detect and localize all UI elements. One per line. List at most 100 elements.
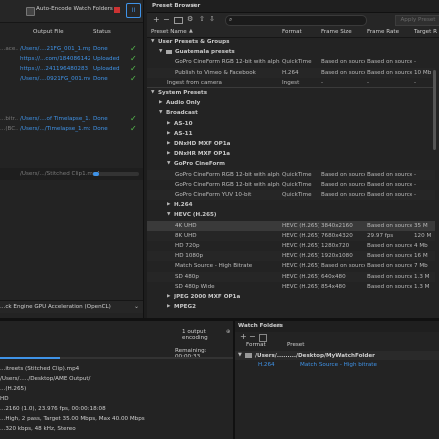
queue-row[interactable]: /Users/....0921FG_001.mov Done ✓ — [0, 74, 143, 84]
preset-name: HEVC (H.265) — [174, 212, 217, 219]
apply-preset-button[interactable]: Apply Preset — [395, 15, 439, 26]
menu-icon[interactable]: ≡ — [276, 322, 281, 329]
queue-output-file[interactable]: /Users/....of Timelapse_1.mp4 — [20, 114, 90, 124]
preset-row[interactable]: Publish to Vimeo & Facebook H.264 Based on… — [147, 67, 435, 78]
chevron-right-icon[interactable]: ▶ — [167, 119, 173, 129]
chevron-right-icon[interactable]: ▶ — [167, 139, 173, 149]
queue-output-file[interactable]: https://...241196480283 — [20, 64, 90, 74]
watch-preset[interactable]: Match Source - High bitrate — [300, 362, 377, 368]
chevron-down-icon[interactable]: ▼ — [151, 37, 157, 47]
chevron-down-icon[interactable]: ▼ — [167, 159, 173, 169]
encoding-info-line: ...High, 2 pass, Target 35.00 Mbps, Max … — [0, 416, 145, 422]
chevron-right-icon[interactable]: ▶ — [159, 98, 165, 108]
expand-icon[interactable]: ⊕ — [226, 329, 230, 335]
queue-row[interactable]: https://...241196480283 Uploaded ✓ — [0, 64, 143, 74]
preset-format: QuickTime — [282, 192, 312, 198]
add-watch-folder-icon[interactable]: + — [240, 332, 247, 341]
preset-row[interactable]: ▼ GoPro CineForm — [147, 159, 435, 169]
renderer-dropdown[interactable]: ...ck Engine GPU Acceleration (OpenCL) ⌄ — [0, 300, 143, 313]
pause-queue-button[interactable]: II — [126, 3, 141, 18]
chevron-right-icon[interactable]: ▶ — [167, 200, 173, 210]
remove-preset-icon[interactable]: − — [163, 15, 170, 24]
duplicate-icon[interactable] — [259, 334, 267, 342]
preset-frame-size: 1280x720 — [321, 243, 350, 249]
watch-folder-row[interactable]: ▼ /Users/........./Desktop/MyWatchFolder — [235, 351, 439, 360]
preset-frame-size: Based on source — [321, 69, 365, 76]
preset-row[interactable]: GoPro CineForm RGB 12-bit with alpha (Wa… — [147, 57, 435, 67]
column-format[interactable]: Format — [246, 342, 266, 348]
chevron-right-icon[interactable]: ▶ — [167, 149, 173, 159]
preset-browser-tab[interactable]: Preset Browser ≡ — [147, 0, 439, 13]
queue-row[interactable]: ...ace.../Users/....21FG_001_1.mp4Done ✓ — [0, 44, 143, 54]
queue-row[interactable]: https://...com/184086142 Uploaded ✓ — [0, 54, 143, 64]
preset-frame-rate: Based on source — [367, 181, 412, 188]
watch-format[interactable]: H.264 — [258, 362, 275, 368]
column-target-rate[interactable]: Target R — [414, 29, 437, 35]
queue-row[interactable]: ...bitr.../Users/....of Timelapse_1.mp4D… — [0, 114, 143, 124]
column-frame-rate[interactable]: Frame Rate — [367, 29, 399, 35]
column-output-file[interactable]: Output File — [33, 29, 64, 35]
preset-row[interactable]: ▶ MPEG2 — [147, 302, 435, 312]
preset-row[interactable]: SD 480p HEVC (H.265) 640x480 Based on sourc… — [147, 271, 435, 282]
queue-output-file[interactable]: https://...com/184086142 — [20, 54, 90, 64]
preset-row[interactable]: ▼ HEVC (H.265) — [147, 210, 435, 220]
preset-row[interactable]: ▶ Audio Only — [147, 98, 435, 108]
preset-row[interactable]: GoPro CineForm RGB 12-bit with alpha Quic… — [147, 169, 435, 180]
preset-row[interactable]: ▼ User Presets & Groups — [147, 37, 435, 47]
column-preset-name[interactable]: Preset Name — [151, 29, 187, 35]
preset-row[interactable]: 8K UHD HEVC (H.265) 7680x4320 29.97 fps 120 … — [147, 230, 435, 241]
add-preset-icon[interactable]: + — [153, 15, 160, 24]
chevron-right-icon[interactable]: ▶ — [167, 129, 173, 139]
stop-queue-icon[interactable] — [114, 7, 120, 13]
export-icon[interactable]: ⇩ — [209, 15, 215, 23]
preset-row[interactable]: ▶ AS-11 — [147, 129, 435, 139]
preset-row[interactable]: GoPro CineForm YUV 10-bit QuickTime Based … — [147, 190, 435, 200]
encoding-item-path: /Users/.../Stitched Clip1.mp4 — [20, 171, 100, 177]
chevron-right-icon[interactable]: ▶ — [167, 302, 173, 312]
preset-row[interactable]: HD 1080p HEVC (H.265) 1920x1080 Based on so… — [147, 251, 435, 262]
chevron-down-icon[interactable]: ▼ — [159, 108, 165, 118]
column-preset[interactable]: Preset — [287, 342, 304, 348]
column-format[interactable]: Format — [282, 29, 302, 35]
queue-output-file[interactable]: /Users/....21FG_001_1.mp4 — [20, 44, 90, 54]
preset-row[interactable]: ▶ DNxHD MXF OP1a — [147, 139, 435, 149]
chevron-right-icon[interactable]: ▶ — [167, 292, 173, 302]
column-frame-size[interactable]: Frame Size — [321, 29, 352, 35]
settings-icon[interactable]: ⚙ — [187, 15, 193, 23]
preset-name: Guatemala presets — [175, 49, 235, 56]
preset-row[interactable]: HD 720p HEVC (H.265) 1280x720 Based on sour… — [147, 241, 435, 251]
preset-row[interactable]: ▶ H.264 — [147, 200, 435, 210]
renderer-label: ...ck Engine GPU Acceleration (OpenCL) — [0, 304, 111, 310]
preset-row[interactable]: ▼ Guatemala presets — [147, 47, 435, 57]
preset-scrollbar[interactable] — [433, 70, 436, 150]
preset-row[interactable]: ▼ System Presets — [147, 88, 435, 98]
preset-target-rate: - — [414, 171, 417, 178]
import-icon[interactable]: ⇧ — [199, 15, 205, 23]
queue-row[interactable]: ...(BC.../Users/.../Timelapse_1.mxfDone ✓ — [0, 124, 143, 134]
preset-row[interactable]: SD 480p Wide HEVC (H.265) 854x480 Based on … — [147, 282, 435, 292]
column-status[interactable]: Status — [93, 29, 111, 35]
watch-output-row[interactable]: H.264 Match Source - High bitrate — [235, 361, 439, 370]
remove-watch-folder-icon[interactable]: − — [249, 332, 256, 341]
preset-row[interactable]: ▶ DNxHR MXF OP1a — [147, 149, 435, 159]
preset-row[interactable]: ▼ Broadcast — [147, 108, 435, 118]
encoding-row[interactable]: /Users/.../Stitched Clip1.mp4 — [0, 168, 143, 180]
encoding-info-line: ...320 kbps, 48 kHz, Stereo — [0, 426, 76, 432]
chevron-down-icon[interactable]: ▼ — [159, 47, 165, 57]
queue-output-file[interactable]: /Users/.../Timelapse_1.mxf — [20, 124, 90, 134]
preset-row[interactable]: GoPro CineForm RGB 12-bit with alpha Quic… — [147, 180, 435, 190]
chevron-down-icon[interactable]: ▼ — [238, 352, 242, 358]
watch-folders-tab[interactable]: Watch Folders ≡ — [235, 321, 439, 332]
preset-row[interactable]: 4K UHD HEVC (H.265) 3840x2160 Based on sour… — [147, 220, 435, 231]
queue-output-file[interactable]: /Users/....0921FG_001.mov — [20, 74, 90, 84]
preset-row[interactable]: Match Source - High Bitrate HEVC (H.265) B… — [147, 261, 435, 271]
new-group-icon[interactable] — [174, 17, 183, 24]
chevron-down-icon[interactable]: ▼ — [151, 88, 157, 98]
preset-row[interactable]: ▶ JPEG 2000 MXF OP1a — [147, 292, 435, 302]
menu-icon[interactable]: ≡ — [191, 2, 196, 9]
search-field[interactable]: ⌕ — [225, 15, 367, 26]
preset-row[interactable]: ▶ AS-10 — [147, 119, 435, 129]
auto-encode-checkbox[interactable] — [26, 7, 35, 16]
chevron-down-icon[interactable]: ▼ — [167, 210, 173, 220]
preset-target-rate: 1.3 M — [414, 283, 430, 290]
